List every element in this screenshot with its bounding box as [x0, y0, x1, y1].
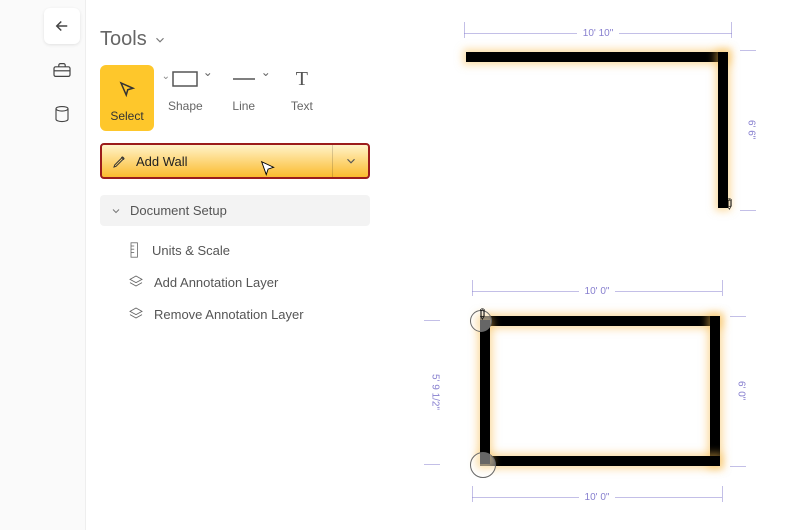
back-button[interactable] — [44, 8, 80, 44]
tool-label: Shape — [168, 99, 203, 113]
chevron-down-icon[interactable]: ⌄ — [261, 65, 271, 79]
item-label: Add Annotation Layer — [154, 275, 278, 290]
dimension-bottom-2: 10' 0" — [472, 492, 722, 502]
tool-text[interactable]: T Text — [285, 65, 319, 113]
wall-segment[interactable] — [480, 320, 490, 464]
line-icon — [232, 75, 256, 83]
toolbox-button[interactable] — [44, 52, 80, 88]
layers-remove-icon — [128, 306, 144, 322]
wall-segment[interactable] — [718, 52, 728, 208]
item-add-annotation-layer[interactable]: Add Annotation Layer — [100, 266, 370, 298]
dimension-right-1: 6' 6" — [746, 50, 756, 210]
section-label: Document Setup — [130, 203, 227, 218]
database-button[interactable] — [44, 96, 80, 132]
chevron-down-icon[interactable]: ⌄ — [162, 71, 170, 82]
item-label: Remove Annotation Layer — [154, 307, 304, 322]
add-wall-dropdown[interactable] — [332, 145, 368, 177]
item-units-scale[interactable]: Units & Scale — [100, 234, 370, 266]
tools-panel: Tools Select ⌄ Shape ⌄ — [100, 28, 370, 330]
tool-select[interactable]: Select ⌄ — [100, 65, 154, 131]
tool-label: Text — [291, 99, 313, 113]
rectangle-icon — [172, 71, 198, 87]
cylinder-icon — [53, 104, 71, 124]
document-setup-header[interactable]: Document Setup — [100, 195, 370, 226]
drawing-canvas[interactable]: 10' 10" 6' 6" ✎ 10' 0" 6' 0" 5' 9 1/2" 1… — [390, 0, 795, 530]
vertex-handle[interactable] — [470, 452, 496, 478]
toolbox-icon — [52, 62, 72, 78]
dimension-left-2: 5' 9 1/2" — [430, 320, 440, 464]
chevron-down-icon[interactable]: ⌄ — [203, 65, 213, 79]
add-wall-button[interactable]: Add Wall — [100, 143, 370, 179]
chevron-down-icon — [110, 205, 122, 217]
add-wall-label: Add Wall — [136, 154, 188, 169]
tool-line[interactable]: Line — [227, 65, 261, 113]
wall-segment[interactable] — [710, 316, 720, 466]
pen-icon — [112, 153, 128, 169]
tool-label: Line — [232, 99, 255, 113]
wall-segment[interactable] — [466, 52, 728, 62]
panel-title[interactable]: Tools — [100, 28, 370, 51]
item-remove-annotation-layer[interactable]: Remove Annotation Layer — [100, 298, 370, 330]
dimension-right-2: 6' 0" — [736, 316, 746, 466]
tool-row: Select ⌄ Shape ⌄ Line ⌄ T — [100, 65, 370, 131]
tool-label: Select — [110, 109, 143, 123]
arrow-left-icon — [53, 17, 71, 35]
wall-segment[interactable] — [480, 456, 720, 466]
dimension-top-2: 10' 0" — [472, 286, 722, 296]
cursor-icon — [118, 80, 136, 98]
item-label: Units & Scale — [152, 243, 230, 258]
dimension-top-1: 10' 10" — [464, 28, 732, 38]
chevron-down-icon — [153, 33, 167, 47]
chevron-down-icon — [344, 154, 358, 168]
layers-add-icon — [128, 274, 144, 290]
ruler-icon — [128, 242, 142, 258]
tool-shape[interactable]: Shape — [168, 65, 203, 113]
mouse-cursor-icon — [258, 159, 280, 181]
wall-segment[interactable] — [480, 316, 720, 326]
app-sidebar — [0, 0, 86, 530]
panel-title-text: Tools — [100, 28, 147, 51]
